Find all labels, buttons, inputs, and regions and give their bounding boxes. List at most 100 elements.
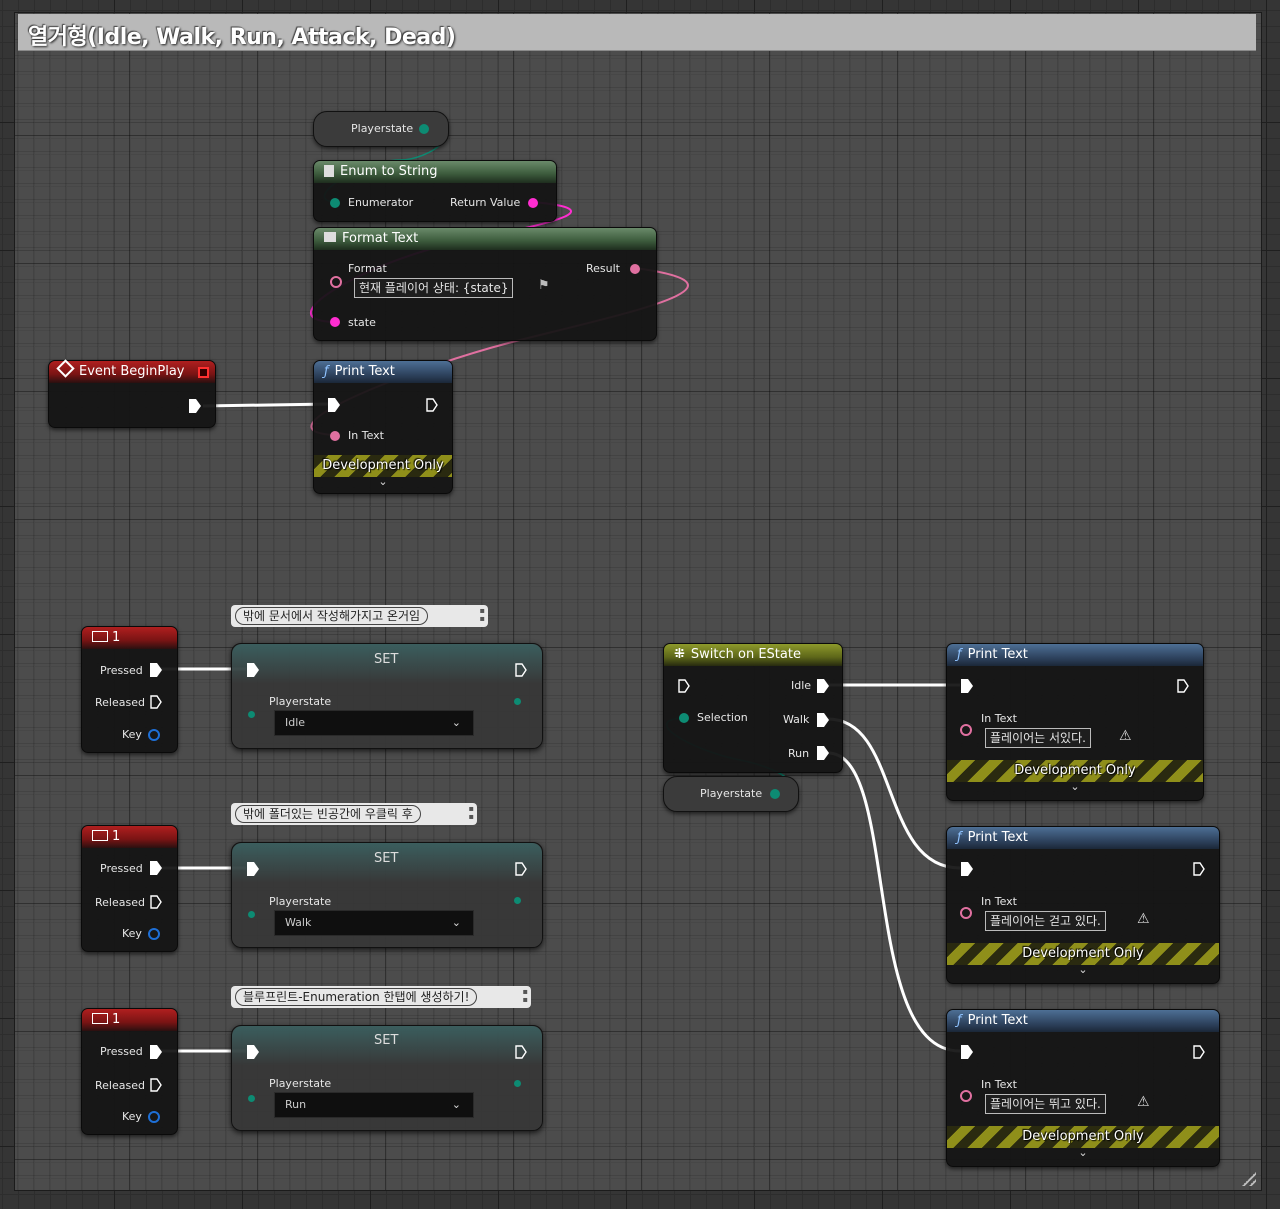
exec-input-pin[interactable] [247, 663, 259, 677]
comment-bubble-c[interactable]: 블루프린트-Enumeration 한탭에 생성하기! ▪ ▪ [231, 986, 531, 1008]
exec-output-pin[interactable] [189, 399, 201, 413]
pressed-exec-pin[interactable] [150, 861, 162, 875]
released-exec-pin[interactable] [150, 895, 162, 909]
dropdown-value: Idle [285, 716, 306, 729]
enum-input-pin[interactable] [248, 1095, 255, 1102]
pressed-label: Pressed [100, 664, 143, 677]
in-text-pin[interactable] [960, 1090, 972, 1102]
set-playerstate-node-b[interactable]: SET Playerstate Walk ⌄ [231, 842, 543, 948]
released-exec-pin[interactable] [150, 1078, 162, 1092]
enum-value-dropdown[interactable]: Idle ⌄ [274, 710, 474, 736]
exec-input-pin[interactable] [247, 862, 259, 876]
node-title: Print Text [334, 364, 395, 379]
key-1-event-node-c[interactable]: 1 Pressed Released Key [81, 1008, 178, 1135]
exec-input-pin[interactable] [678, 679, 690, 693]
playerstate-getter-top[interactable]: Playerstate [313, 111, 449, 147]
enum-value-dropdown[interactable]: Run ⌄ [274, 1092, 474, 1118]
exec-output-pin[interactable] [515, 862, 527, 876]
set-playerstate-node-c[interactable]: SET Playerstate Run ⌄ [231, 1025, 543, 1131]
comment-bubble-b[interactable]: 밖에 폴더있는 빈공간에 우클릭 후 ▪ ▪ [231, 803, 477, 825]
warning-icon[interactable]: ⚠ [1137, 1094, 1150, 1110]
resize-grip-icon[interactable] [1242, 1172, 1256, 1186]
enum-value-dropdown[interactable]: Walk ⌄ [274, 910, 474, 936]
exec-input-pin[interactable] [961, 862, 973, 876]
exec-output-pin[interactable] [1177, 679, 1189, 693]
key-output-pin[interactable] [148, 729, 160, 741]
enum-output-pin[interactable] [514, 698, 521, 705]
chevron-down-icon[interactable]: ⌄ [314, 475, 452, 488]
exec-input-pin[interactable] [961, 679, 973, 693]
released-exec-pin[interactable] [150, 695, 162, 709]
development-only-label: Development Only [1014, 763, 1136, 778]
run-exec-pin[interactable] [817, 746, 829, 760]
in-text-pin[interactable] [330, 431, 340, 441]
key-output-pin[interactable] [148, 1111, 160, 1123]
return-value-pin[interactable] [528, 198, 538, 208]
in-text-pin[interactable] [960, 907, 972, 919]
print-text-node-walk[interactable]: ƒ Print Text In Text 플레이어는 걷고 있다. ⚠ Devel… [946, 826, 1220, 984]
exec-input-pin[interactable] [961, 1045, 973, 1059]
node-title: SET [374, 851, 399, 866]
exec-input-pin[interactable] [328, 398, 340, 412]
chevron-down-icon[interactable]: ⌄ [947, 963, 1219, 976]
exec-output-pin[interactable] [515, 1045, 527, 1059]
switch-on-estate-node[interactable]: ⁜ Switch on EState Selection Idle Walk Ru… [663, 643, 843, 773]
comment-bubble-a[interactable]: 밖에 문서에서 작성해가지고 온거임 ▪ ▪ [231, 605, 488, 627]
walk-exec-pin[interactable] [817, 713, 829, 727]
set-playerstate-node-a[interactable]: SET Playerstate Idle ⌄ [231, 643, 543, 749]
enum-input-pin[interactable] [248, 911, 255, 918]
in-text-pin[interactable] [960, 724, 972, 736]
development-only-banner: Development Only [947, 943, 1219, 965]
pin-icon[interactable]: ▪ ▪ [480, 607, 485, 623]
chevron-down-icon[interactable]: ⌄ [947, 780, 1203, 793]
idle-exec-pin[interactable] [817, 679, 829, 693]
in-text-field[interactable]: 플레이어는 뛰고 있다. [985, 1094, 1106, 1114]
key-label: Key [122, 728, 142, 741]
event-diamond-icon [56, 359, 75, 378]
event-beginplay-node[interactable]: Event BeginPlay [48, 359, 216, 428]
flag-icon[interactable]: ⚑ [538, 278, 550, 293]
enum-output-pin[interactable] [514, 1080, 521, 1087]
chevron-down-icon[interactable]: ⌄ [947, 1146, 1219, 1159]
pin-icon[interactable]: ▪ ▪ [523, 988, 528, 1004]
in-text-field[interactable]: 플레이어는 서있다. [985, 728, 1091, 748]
exec-output-pin[interactable] [515, 663, 527, 677]
key-output-pin[interactable] [148, 928, 160, 940]
print-text-node-top[interactable]: ƒ Print Text In Text Development Only ⌄ [313, 360, 453, 494]
in-text-label: In Text [348, 429, 384, 442]
enum-output-pin[interactable] [514, 897, 521, 904]
delegate-pin-icon[interactable] [198, 367, 209, 378]
pressed-exec-pin[interactable] [150, 1045, 162, 1059]
selection-input-pin[interactable] [679, 713, 689, 723]
enum-input-pin[interactable] [248, 711, 255, 718]
enum-output-pin[interactable] [419, 124, 429, 134]
format-text-field[interactable]: 현재 플레이어 상태: {state} [354, 278, 514, 298]
exec-output-pin[interactable] [1193, 1045, 1205, 1059]
exec-input-pin[interactable] [247, 1045, 259, 1059]
pin-icon[interactable]: ▪ ▪ [469, 805, 474, 821]
result-output-pin[interactable] [630, 264, 640, 274]
node-title: Print Text [967, 1013, 1028, 1028]
in-text-field[interactable]: 플레이어는 걷고 있다. [985, 911, 1106, 931]
node-title: 1 [112, 630, 121, 645]
exec-output-pin[interactable] [426, 398, 438, 412]
format-input-pin[interactable] [330, 276, 342, 288]
playerstate-getter-switch[interactable]: Playerstate [663, 776, 799, 812]
print-text-node-run[interactable]: ƒ Print Text In Text 플레이어는 뛰고 있다. ⚠ Devel… [946, 1009, 1220, 1167]
enum-output-pin[interactable] [770, 789, 780, 799]
var-label: Playerstate [269, 895, 332, 908]
key-1-event-node-a[interactable]: 1 Pressed Released Key [81, 626, 178, 753]
switch-icon: ⁜ [674, 647, 685, 662]
format-text-node[interactable]: Format Text Format 현재 플레이어 상태: {state} ⚑… [313, 227, 657, 341]
enumerator-input-pin[interactable] [330, 198, 340, 208]
key-1-event-node-b[interactable]: 1 Pressed Released Key [81, 825, 178, 952]
print-text-node-idle[interactable]: ƒ Print Text In Text 플레이어는 서있다. ⚠ Develop… [946, 643, 1204, 801]
warning-icon[interactable]: ⚠ [1137, 911, 1150, 927]
state-input-pin[interactable] [330, 317, 340, 327]
chevron-down-icon: ⌄ [451, 716, 461, 729]
exec-output-pin[interactable] [1193, 862, 1205, 876]
warning-icon[interactable]: ⚠ [1119, 728, 1132, 744]
node-header: ƒ Print Text [314, 361, 452, 383]
pressed-exec-pin[interactable] [150, 663, 162, 677]
enum-to-string-node[interactable]: Enum to String Enumerator Return Value [313, 160, 557, 222]
